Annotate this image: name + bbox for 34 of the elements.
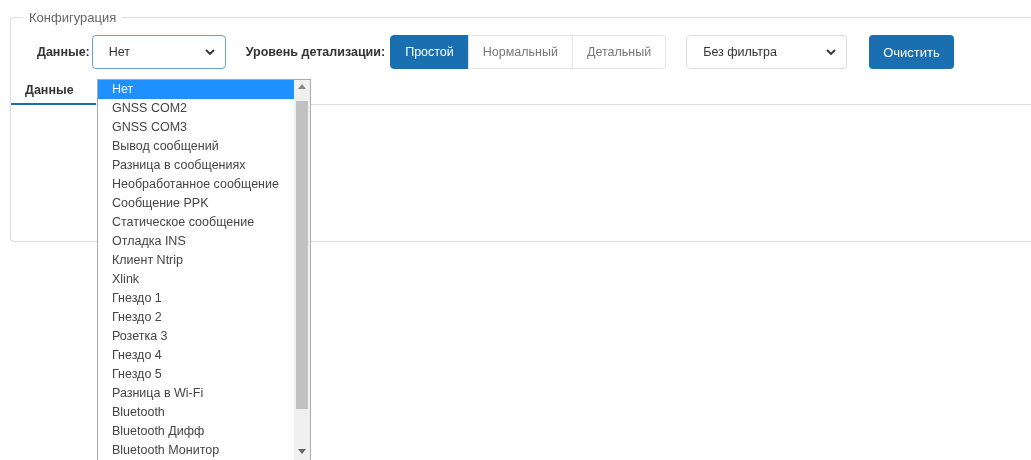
detail-level-button[interactable]: Детальный xyxy=(571,35,667,69)
filter-select[interactable]: Без фильтра xyxy=(686,35,848,69)
dropdown-option[interactable]: Сообщение PPK xyxy=(98,194,294,213)
dropdown-option[interactable]: Гнездо 1 xyxy=(98,289,294,308)
dropdown-option[interactable]: Статическое сообщение xyxy=(98,213,294,232)
dropdown-option[interactable]: Разница в Wi-Fi xyxy=(98,384,294,403)
detail-label: Уровень детализации: xyxy=(245,45,386,59)
panel-legend: Конфигурация xyxy=(23,10,123,25)
dropdown-option[interactable]: GNSS COM3 xyxy=(98,118,294,137)
dropdown-option[interactable]: Розетка 3 xyxy=(98,327,294,346)
clear-button[interactable]: Очистить xyxy=(869,35,954,69)
chevron-icon xyxy=(826,48,837,56)
dropdown-option[interactable]: Отладка INS xyxy=(98,232,294,251)
dropdown-option[interactable]: Гнездо 5 xyxy=(98,365,294,384)
dropdown-option[interactable]: Вывод сообщений xyxy=(98,137,294,156)
dropdown-option[interactable]: Bluetooth Дифф xyxy=(98,422,294,441)
dropdown-option[interactable]: Bluetooth xyxy=(98,403,294,422)
scroll-down-icon[interactable] xyxy=(298,449,306,454)
chevron-icon xyxy=(204,48,215,56)
dropdown-option[interactable]: Необработанное сообщение xyxy=(98,175,294,194)
dropdown-option[interactable]: Гнездо 2 xyxy=(98,308,294,327)
data-select[interactable]: Нет xyxy=(91,35,226,69)
dropdown-option[interactable]: Клиент Ntrip xyxy=(98,251,294,270)
detail-level-button[interactable]: Простой xyxy=(390,35,469,69)
dropdown-option[interactable]: GNSS COM2 xyxy=(98,99,294,118)
detail-level-button[interactable]: Нормальный xyxy=(467,35,573,69)
dropdown-option[interactable]: Bluetooth Монитор xyxy=(98,441,294,460)
scrollbar[interactable] xyxy=(294,80,310,460)
dropdown-option[interactable]: Разница в сообщениях xyxy=(98,156,294,175)
tab[interactable]: Данные xyxy=(11,79,96,105)
scroll-up-icon[interactable] xyxy=(298,84,306,89)
dropdown-option[interactable]: Xlink xyxy=(98,270,294,289)
dropdown-option[interactable]: Гнездо 4 xyxy=(98,346,294,365)
data-label: Данные: xyxy=(37,45,90,59)
